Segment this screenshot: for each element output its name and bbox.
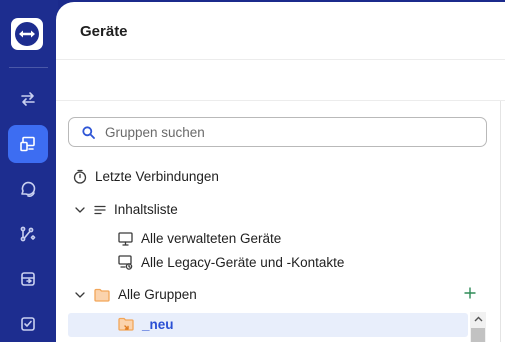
left-rail: [0, 0, 58, 342]
add-group-icon[interactable]: [463, 286, 477, 300]
header-bar: Geräte: [56, 2, 505, 60]
scroll-thumb[interactable]: [471, 328, 485, 342]
tree-item-all-groups[interactable]: Alle Gruppen: [74, 287, 197, 302]
tree-item-recent[interactable]: Letzte Verbindungen: [73, 169, 219, 184]
group-tree-pane: Letzte Verbindungen Inhaltsliste Alle ve…: [56, 101, 500, 342]
tree-item-label: Alle Legacy-Geräte und -Kontakte: [141, 255, 345, 270]
tasks-icon[interactable]: [8, 305, 48, 342]
tree-item-label: Letzte Verbindungen: [95, 169, 219, 184]
tree-item-label: Alle Gruppen: [118, 287, 197, 302]
pane-divider[interactable]: [500, 101, 501, 342]
chat-icon[interactable]: [8, 170, 48, 208]
toolbar: [56, 60, 505, 101]
chevron-down-icon[interactable]: [74, 289, 86, 301]
main-panel: Geräte Letzte Verbindungen Inhaltsliste …: [56, 2, 505, 342]
tree-item-legacy-devices[interactable]: Alle Legacy-Geräte und -Kontakte: [118, 255, 344, 270]
shared-folder-icon: [118, 317, 134, 331]
tree-item-managed-devices[interactable]: Alle verwalteten Geräte: [118, 231, 281, 246]
search-icon: [82, 125, 95, 139]
group-search[interactable]: [68, 117, 487, 147]
monitor-icon: [118, 231, 133, 246]
integrations-icon[interactable]: [8, 215, 48, 253]
teamviewer-logo[interactable]: [11, 18, 43, 50]
legacy-device-icon: [118, 255, 133, 270]
tree-item-label: Alle verwalteten Geräte: [141, 231, 282, 246]
list-icon: [94, 205, 106, 214]
remote-management-icon[interactable]: [8, 260, 48, 298]
tree-item-group-neu[interactable]: _neu: [118, 317, 174, 332]
tree-item-label: _neu: [142, 317, 174, 332]
tree-item-contents[interactable]: Inhaltsliste: [74, 202, 178, 217]
search-input[interactable]: [105, 124, 465, 140]
page-title: Geräte: [80, 23, 128, 40]
devices-icon[interactable]: [8, 125, 48, 163]
scrollbar[interactable]: [470, 312, 486, 342]
tree-item-label: Inhaltsliste: [114, 202, 178, 217]
connect-arrows-icon[interactable]: [8, 80, 48, 118]
timer-icon: [73, 169, 87, 184]
chevron-down-icon[interactable]: [74, 204, 86, 216]
folder-icon: [94, 288, 110, 302]
rail-divider: [9, 67, 48, 68]
scroll-up-icon[interactable]: [470, 312, 486, 326]
